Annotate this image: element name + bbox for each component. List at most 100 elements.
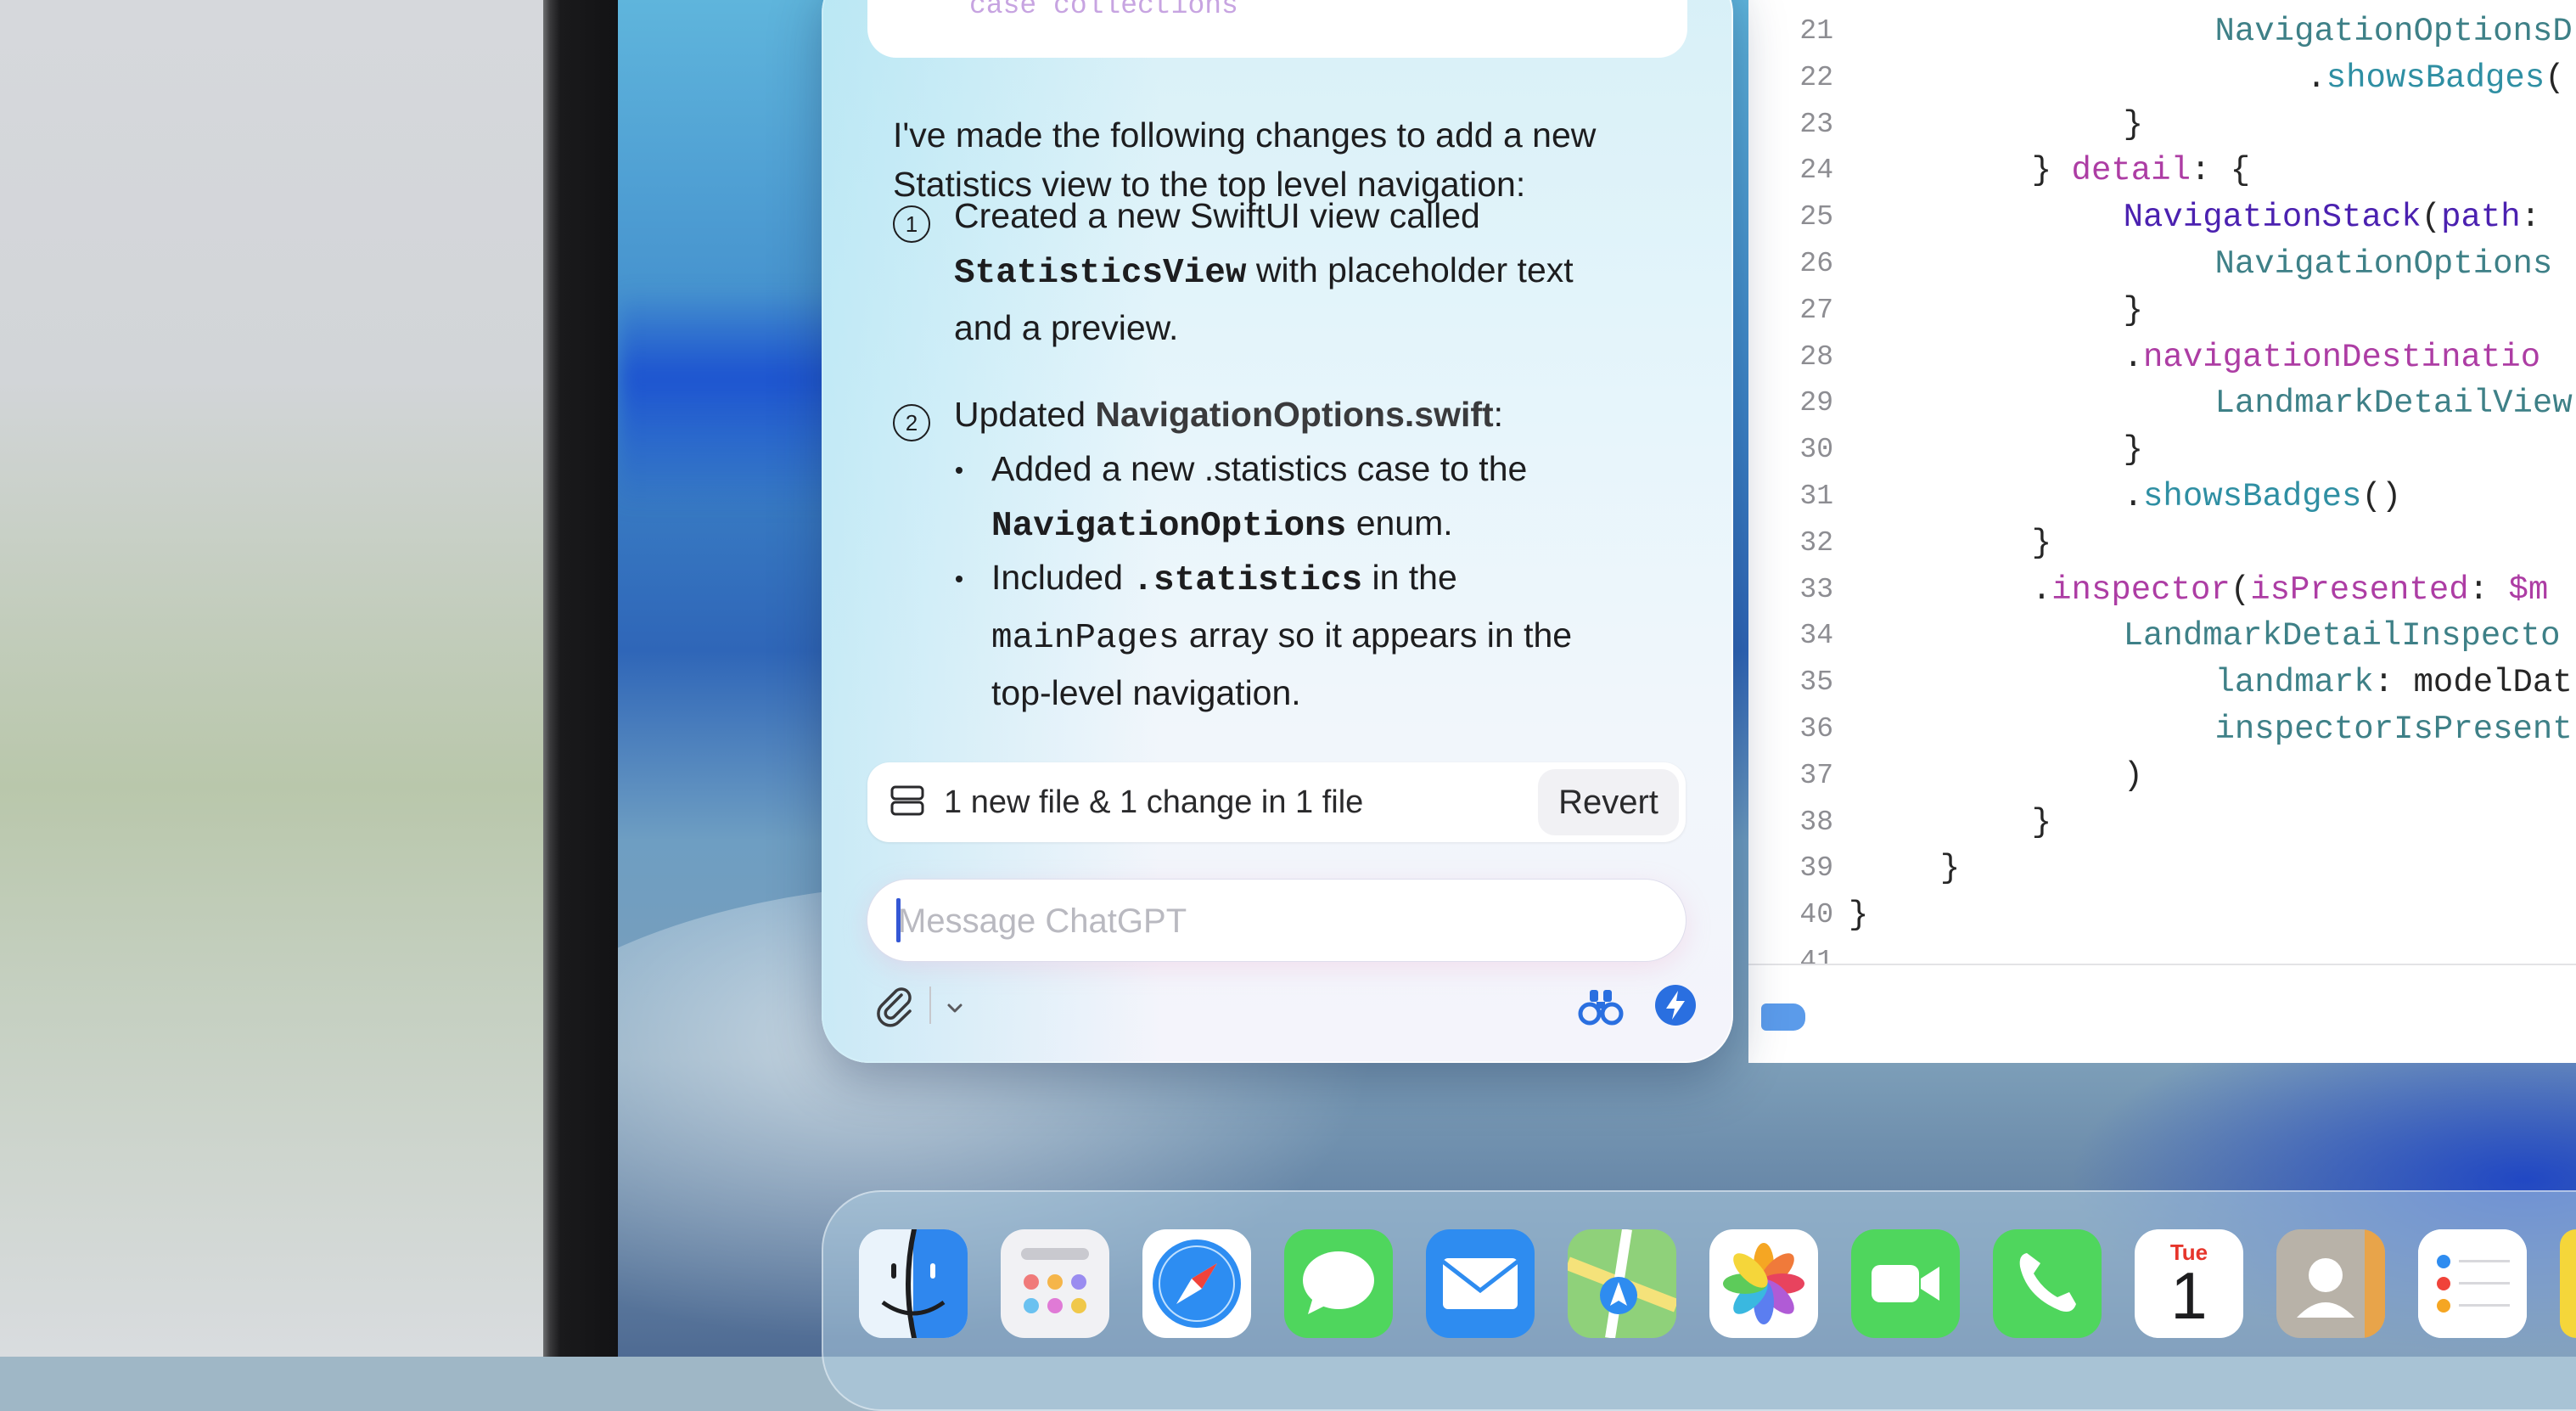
message-input[interactable] — [896, 891, 1664, 951]
device-bezel — [543, 0, 620, 1357]
chevron-down-icon[interactable] — [942, 995, 968, 1020]
code-view[interactable]: 21 NavigationOptionsD 22 .showsBadges(23} 24… — [1748, 0, 2576, 964]
bullet-dot — [956, 576, 962, 582]
editor-status-bar — [1748, 964, 2576, 1063]
code-text: NavigationStack(path: — [2123, 199, 2541, 237]
code-line[interactable]: 35 landmark: modelDat — [1748, 660, 2576, 706]
binoculars-icon[interactable] — [1575, 980, 1626, 1031]
code-token: mainPages — [991, 619, 1180, 658]
revert-button[interactable]: Revert — [1538, 769, 1679, 835]
reminders-icon[interactable] — [2418, 1229, 2527, 1338]
chatgpt-panel: case collections I've made the following… — [822, 0, 1733, 1063]
line-number: 25 — [1799, 201, 1833, 233]
code-text: .showsBadges() — [2123, 478, 2402, 515]
code-text: .navigationDestinatio — [2123, 338, 2541, 376]
file-name: NavigationOptions.swift — [1095, 395, 1494, 434]
line-number: 22 — [1799, 61, 1833, 93]
code-line[interactable]: 39} — [1748, 846, 2576, 891]
line-number: 29 — [1799, 387, 1833, 419]
mail-icon[interactable] — [1426, 1229, 1535, 1338]
line-number: 36 — [1799, 713, 1833, 745]
code-line[interactable]: 34 LandmarkDetailInspecto — [1748, 613, 2576, 659]
code-line[interactable]: 32} — [1748, 520, 2576, 566]
code-line[interactable]: 38} — [1748, 800, 2576, 846]
line-number: 28 — [1799, 340, 1833, 373]
code-text: NavigationOptionsD — [2214, 13, 2573, 50]
code-line[interactable]: 28 .navigationDestinatio — [1748, 334, 2576, 380]
number-badge-icon: 2 — [893, 404, 930, 441]
line-number: 32 — [1799, 526, 1833, 559]
change-item-text: Updated NavigationOptions.swift: — [954, 395, 1504, 434]
line-number: 41 — [1799, 946, 1833, 964]
code-editor-window[interactable]: 21 NavigationOptionsD 22 .showsBadges(23} 24… — [1748, 0, 2576, 1063]
code-text: } — [2123, 291, 2144, 329]
code-text: } detail: { — [2031, 152, 2251, 190]
code-line[interactable]: 26 NavigationOptions — [1748, 241, 2576, 287]
code-text: LandmarkDetailView — [2214, 385, 2573, 423]
line-number: 35 — [1799, 666, 1833, 699]
code-text: } — [2123, 431, 2144, 469]
code-line[interactable]: 27} — [1748, 288, 2576, 334]
notes-icon[interactable] — [2560, 1229, 2576, 1338]
contacts-icon[interactable] — [2276, 1229, 2385, 1338]
code-line[interactable]: 37) — [1748, 753, 2576, 799]
changes-summary-bar[interactable]: 1 new file & 1 change in 1 file Revert — [867, 762, 1686, 842]
tag-icon[interactable] — [1761, 1003, 1805, 1031]
phone-icon[interactable] — [1993, 1229, 2102, 1338]
line-number: 37 — [1799, 759, 1833, 791]
stack-icon — [890, 785, 924, 816]
line-number: 34 — [1799, 620, 1833, 652]
code-text: landmark: modelDat — [2214, 664, 2573, 702]
code-text: } — [1939, 850, 1961, 888]
calendar-icon[interactable]: Tue 1 — [2135, 1229, 2243, 1338]
code-text: NavigationOptions — [2214, 245, 2553, 283]
line-number: 33 — [1799, 573, 1833, 605]
code-line[interactable]: 22 .showsBadges( — [1748, 55, 2576, 101]
previous-code-snippet: case collections — [969, 0, 1238, 21]
code-text: } — [2031, 803, 2052, 841]
code-token: .statistics — [1132, 561, 1363, 600]
code-line[interactable]: 41 — [1748, 939, 2576, 964]
code-token: StatisticsView — [954, 254, 1247, 293]
code-line[interactable]: 31 .showsBadges() — [1748, 474, 2576, 520]
code-text: } — [2031, 524, 2052, 562]
text-caret — [896, 898, 901, 942]
code-line[interactable]: 24 } detail: { — [1748, 148, 2576, 194]
code-text: } — [1849, 897, 1869, 935]
blurred-background — [0, 0, 547, 1357]
code-line[interactable]: 23} — [1748, 102, 2576, 148]
previous-code-card: case collections — [867, 0, 1687, 58]
line-number: 39 — [1799, 852, 1833, 885]
safari-icon[interactable] — [1142, 1229, 1251, 1338]
line-number: 38 — [1799, 806, 1833, 838]
code-line[interactable]: 30} — [1748, 427, 2576, 473]
messages-icon[interactable] — [1284, 1229, 1393, 1338]
facetime-icon[interactable] — [1851, 1229, 1960, 1338]
line-number: 23 — [1799, 108, 1833, 140]
launchpad-icon[interactable] — [1001, 1229, 1109, 1338]
code-text: LandmarkDetailInspecto — [2123, 617, 2561, 655]
code-line[interactable]: 33 .inspector(isPresented: $m — [1748, 567, 2576, 613]
line-number: 24 — [1799, 155, 1833, 187]
line-number: 21 — [1799, 15, 1833, 47]
line-number: 31 — [1799, 481, 1833, 512]
code-line[interactable]: 40} — [1748, 892, 2576, 938]
code-line[interactable]: 36 inspectorIsPresent — [1748, 706, 2576, 752]
code-line[interactable]: 25 NavigationStack(path: — [1748, 194, 2576, 240]
code-text: .inspector(isPresented: $m — [2031, 571, 2549, 609]
code-text: } — [2123, 105, 2144, 143]
line-number: 27 — [1799, 294, 1833, 326]
maps-icon[interactable] — [1568, 1229, 1676, 1338]
code-token: NavigationOptions — [991, 507, 1347, 546]
code-text: .showsBadges( — [2306, 59, 2565, 97]
line-number: 30 — [1799, 434, 1833, 466]
photos-icon[interactable] — [1709, 1229, 1818, 1338]
attach-icon[interactable] — [871, 981, 918, 1029]
bolt-icon[interactable] — [1653, 983, 1698, 1027]
message-input-container[interactable] — [867, 880, 1686, 961]
code-line[interactable]: 29 LandmarkDetailView — [1748, 380, 2576, 426]
finder-icon[interactable] — [859, 1229, 968, 1338]
code-line[interactable]: 21 NavigationOptionsD — [1748, 8, 2576, 54]
code-text: ) — [2123, 756, 2144, 795]
number-badge-icon: 1 — [893, 205, 930, 243]
